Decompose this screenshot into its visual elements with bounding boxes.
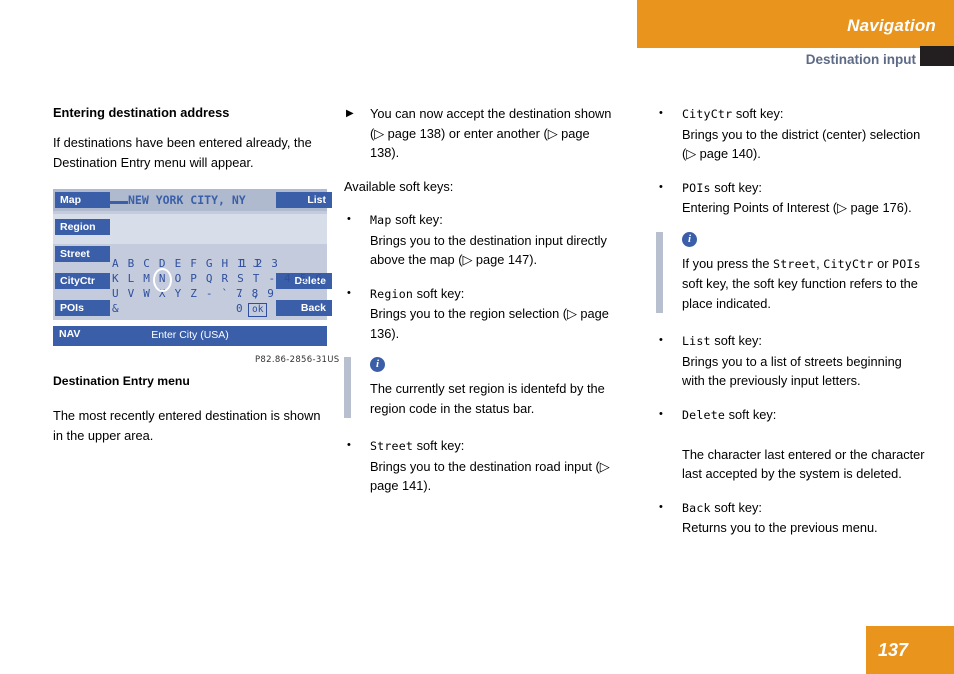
softkey-name-map: Map — [370, 213, 392, 227]
bullet-icon: • — [347, 439, 351, 451]
header-black-square — [920, 46, 954, 66]
note-bar — [656, 231, 663, 313]
list-item: ▶ You can now accept the destination sho… — [344, 104, 619, 163]
figure-caption: Destination Entry menu — [53, 374, 190, 388]
info-note-region: i The currently set region is identefd b… — [344, 357, 619, 418]
note-bar — [344, 357, 351, 418]
figure-description: The most recently entered destination is… — [53, 408, 321, 443]
screen-softkey-street[interactable]: Street — [55, 246, 110, 262]
softkey-desc-region: Brings you to the region selection (▷ pa… — [370, 306, 609, 341]
softkey-name-region: Region — [370, 286, 414, 301]
softkey-suffix: soft key: — [413, 285, 465, 301]
softkey-suffix: soft key: — [725, 406, 777, 422]
bullet-icon: • — [659, 407, 663, 420]
accept-destination-text: You can now accept the destination shown… — [370, 106, 612, 160]
bullet-icon: • — [659, 107, 663, 119]
column-two: ▶ You can now accept the destination sho… — [344, 104, 619, 510]
triangle-bullet-icon: ▶ — [346, 108, 354, 119]
list-item: • POIs soft key: Entering Points of Inte… — [656, 178, 928, 218]
list-item: • Street soft key: Brings you to the des… — [344, 436, 619, 496]
screen-softkey-map[interactable]: Map — [55, 192, 110, 208]
accept-list: ▶ You can now accept the destination sho… — [344, 104, 619, 163]
document-page: Navigation Destination input Entering de… — [0, 0, 954, 674]
softkey-suffix: soft key: — [413, 438, 465, 453]
screen-ok-button[interactable]: ok — [248, 303, 268, 317]
softkey-name-street: Street — [370, 439, 414, 453]
bullet-icon: • — [659, 334, 663, 346]
info-note-softkeys: i If you press the Street, CityCtr or PO… — [656, 231, 928, 313]
list-item: • Delete soft key: The character last en… — [656, 405, 928, 484]
note-key-pois: POIs — [892, 256, 921, 271]
softkey-desc-map: Brings you to the destination input dire… — [370, 232, 607, 268]
note-part-4: soft key, the soft key function refers t… — [682, 276, 918, 311]
bullet-icon: • — [347, 286, 351, 299]
available-softkeys-label: Available soft keys: — [344, 178, 454, 194]
softkey-desc-back: Returns you to the previous menu. — [682, 520, 878, 535]
note-text: The currently set region is identefd by … — [370, 381, 605, 416]
screen-softkey-back[interactable]: Back — [276, 300, 332, 316]
figure-code: P82.86-2856-31US — [255, 355, 340, 365]
screen-char-row-4[interactable]: & — [112, 302, 120, 315]
list-item: • CityCtr soft key: Brings you to the di… — [656, 104, 928, 164]
city-icon: ▬▬ — [108, 196, 128, 207]
softkey-list-col3-bottom: • List soft key: Brings you to a list of… — [656, 331, 928, 538]
screen-status-center-label: Enter City (USA) — [151, 329, 229, 341]
note-key-cityctr: CityCtr — [823, 256, 874, 271]
softkey-suffix: soft key: — [391, 212, 443, 227]
screen-number-row-1[interactable]: 1 2 3 — [240, 257, 279, 270]
softkey-desc-delete: The character last entered or the charac… — [682, 446, 925, 482]
screen-char-row-2[interactable]: K L M N O P Q R S T - 4 5 6 — [112, 272, 323, 285]
bullet-icon: • — [659, 180, 663, 193]
bullet-icon: • — [347, 213, 351, 225]
softkey-name-pois: POIs — [682, 180, 711, 195]
list-item: • Region soft key: Brings you to the reg… — [344, 284, 619, 344]
header-subsection-title: Destination input — [805, 52, 916, 67]
column-one: Entering destination address If destinat… — [53, 104, 328, 186]
softkey-desc-list: Brings you to a list of streets beginnin… — [682, 353, 902, 389]
softkey-desc-cityctr: Brings you to the district (center) sele… — [682, 126, 921, 162]
list-item: • List soft key: Brings you to a list of… — [656, 331, 928, 391]
softkey-name-back: Back — [682, 500, 711, 515]
screen-number-row-4[interactable]: 0 — [236, 302, 244, 315]
screen-city-value: NEW YORK CITY, NY — [128, 193, 246, 207]
page-number: 137 — [878, 640, 909, 660]
info-icon: i — [682, 231, 697, 247]
softkey-name-cityctr: CityCtr — [682, 107, 733, 121]
column-three: • CityCtr soft key: Brings you to the di… — [656, 104, 928, 552]
header-section-title: Navigation — [847, 16, 936, 35]
note-text: If you press the Street, CityCtr or POIs… — [682, 256, 921, 311]
screen-softkey-region[interactable]: Region — [55, 219, 110, 235]
softkey-desc-street: Brings you to the destination road input… — [370, 458, 610, 494]
softkey-list-col2: • Map soft key: Brings you to the destin… — [344, 210, 619, 343]
softkey-name-list: List — [682, 334, 711, 348]
note-part-3: or — [873, 255, 893, 271]
softkey-suffix: soft key: — [710, 179, 762, 195]
bullet-icon: • — [659, 500, 663, 513]
list-item: • Map soft key: Brings you to the destin… — [344, 210, 619, 270]
note-key-street: Street — [773, 256, 817, 271]
screen-softkey-cityctr[interactable]: CityCtr — [55, 273, 110, 289]
screen-softkey-pois[interactable]: POIs — [55, 300, 110, 316]
softkey-suffix: soft key: — [710, 499, 762, 515]
info-icon: i — [370, 357, 385, 372]
note-part-1: If you press the — [682, 255, 774, 271]
intro-paragraph: If destinations have been entered alread… — [53, 135, 312, 170]
screen-status-bar: NAV Enter City (USA) — [53, 326, 327, 346]
softkey-list-col2-cont: • Street soft key: Brings you to the des… — [344, 436, 619, 496]
softkey-list-col3-top: • CityCtr soft key: Brings you to the di… — [656, 104, 928, 218]
softkey-name-delete: Delete — [682, 407, 726, 422]
softkey-desc-pois: Entering Points of Interest (▷ page 176)… — [682, 200, 912, 215]
screen-cursor-ring — [153, 268, 172, 292]
list-item: • Back soft key: Returns you to the prev… — [656, 498, 928, 538]
softkey-suffix: soft key: — [732, 106, 784, 121]
screen-char-row-1[interactable]: A B C D E F G H I J — [112, 257, 261, 270]
softkey-suffix: soft key: — [710, 333, 762, 348]
page-title: Entering destination address — [53, 105, 230, 120]
screen-softkey-list[interactable]: List — [276, 192, 332, 208]
screen-number-row-3[interactable]: 7 8 9 — [236, 287, 275, 300]
